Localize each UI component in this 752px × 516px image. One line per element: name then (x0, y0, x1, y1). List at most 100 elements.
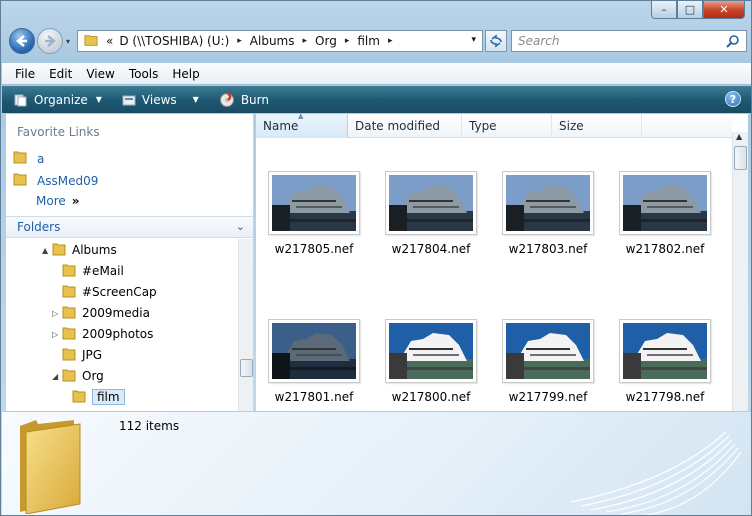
help-button[interactable]: ? (725, 91, 741, 107)
folder-icon (62, 346, 76, 365)
double-chevron-icon: » (71, 194, 80, 208)
details-pane: 112 items (2, 411, 751, 515)
breadcrumb: D (\\TOSHIBA) (U:) ▸ Albums ▸ Org ▸ film ▸ (119, 34, 400, 48)
tree-expander-icon[interactable]: ◢ (52, 372, 62, 381)
file-list-scrollbar[interactable]: ▲ (732, 132, 748, 411)
file-name: w217798.nef (625, 390, 705, 404)
folder-icon (84, 33, 98, 50)
caption-buttons: – □ ✕ (651, 1, 745, 19)
file-name: w217805.nef (274, 242, 354, 256)
tree-item[interactable]: film (62, 387, 125, 407)
column-header-type[interactable]: Type (462, 114, 552, 138)
search-box[interactable]: Search (511, 30, 747, 52)
navigation-bar: ▾ « D (\\TOSHIBA) (U:) ▸ Albums ▸ Org ▸ film ▸ … (7, 27, 747, 57)
recent-pages-dropdown[interactable]: ▾ (66, 37, 70, 46)
organize-button[interactable]: Organize ▼ (14, 93, 102, 107)
file-name: w217801.nef (274, 390, 354, 404)
tree-item[interactable]: ▲ Albums (42, 240, 117, 260)
views-button[interactable]: Views ▼ (122, 93, 199, 107)
maximize-button[interactable]: □ (677, 1, 703, 19)
column-header-date[interactable]: Date modified (348, 114, 462, 138)
tree-item-label: film (92, 389, 125, 405)
file-thumbnail (619, 171, 711, 235)
tree-expander-icon[interactable]: ▲ (42, 246, 52, 255)
file-name: w217803.nef (508, 242, 588, 256)
decorative-swoosh (570, 431, 742, 515)
folder-tree-scrollbar[interactable] (238, 239, 253, 411)
favorite-link-label: a (37, 151, 45, 166)
file-thumbnail (502, 319, 594, 383)
folder-icon (62, 325, 76, 344)
address-bar[interactable]: « D (\\TOSHIBA) (U:) ▸ Albums ▸ Org ▸ film ▸ ▾ (77, 30, 483, 52)
folder-icon (13, 149, 27, 168)
tree-item-label: 2009media (82, 306, 150, 320)
breadcrumb-item[interactable]: film (357, 34, 380, 48)
breadcrumb-separator-icon[interactable]: ▸ (303, 36, 308, 46)
back-arrow-icon (16, 35, 27, 47)
breadcrumb-separator-icon[interactable]: ▸ (345, 36, 350, 46)
breadcrumb-item[interactable]: D (\\TOSHIBA) (U:) (119, 34, 229, 48)
menu-view[interactable]: View (79, 67, 121, 81)
breadcrumb-separator-icon[interactable]: ▸ (237, 36, 242, 46)
tree-item[interactable]: ▷ 2009media (52, 303, 150, 323)
tree-item-label: JPG (82, 348, 103, 362)
close-button[interactable]: ✕ (703, 1, 745, 19)
menu-tools[interactable]: Tools (122, 67, 166, 81)
folder-icon (62, 262, 76, 281)
breadcrumb-item[interactable]: Org (315, 34, 337, 48)
address-dropdown[interactable]: ▾ (471, 35, 476, 45)
scrollbar-thumb[interactable] (240, 359, 253, 377)
chevron-down-icon: ▼ (95, 95, 102, 104)
favorite-link-label: AssMed09 (37, 173, 99, 188)
folder-icon (13, 171, 27, 190)
search-icon[interactable] (726, 34, 740, 51)
file-thumbnail (619, 319, 711, 383)
chevron-down-icon: ▼ (192, 95, 199, 104)
burn-disc-icon (219, 91, 234, 107)
refresh-button[interactable] (485, 30, 507, 52)
forward-button[interactable] (37, 28, 63, 54)
minimize-button[interactable]: – (651, 1, 677, 19)
address-overflow[interactable]: « (106, 34, 113, 48)
tree-item-label: Org (82, 369, 104, 383)
menu-help[interactable]: Help (165, 67, 206, 81)
tree-item[interactable]: ◢ Org (52, 366, 104, 386)
tree-item[interactable]: ▷ 2009photos (52, 324, 153, 344)
more-links-button[interactable]: More » (36, 194, 80, 208)
file-name: w217802.nef (625, 242, 705, 256)
column-header-size[interactable]: Size (552, 114, 642, 138)
refresh-icon (490, 34, 502, 48)
favorite-link-assmed09[interactable]: AssMed09 (13, 171, 98, 190)
views-icon (122, 95, 136, 105)
menu-file[interactable]: File (2, 67, 42, 81)
large-folder-icon (20, 420, 81, 514)
item-count: 112 items (119, 419, 180, 433)
breadcrumb-item[interactable]: Albums (250, 34, 295, 48)
scrollbar-thumb[interactable] (734, 146, 747, 170)
burn-label: Burn (240, 92, 269, 107)
scroll-up-icon[interactable]: ▲ (736, 132, 742, 141)
chevron-down-icon: ⌄ (235, 220, 245, 233)
burn-button[interactable]: Burn (219, 91, 269, 108)
file-name: w217800.nef (391, 390, 471, 404)
file-thumbnail (385, 319, 477, 383)
tree-expander-icon[interactable]: ▷ (52, 330, 62, 339)
tree-item[interactable]: #ScreenCap (52, 282, 157, 302)
breadcrumb-separator-icon[interactable]: ▸ (388, 36, 393, 46)
favorite-link-a[interactable]: a (13, 149, 44, 168)
folders-header[interactable]: Folders ⌄ (6, 216, 253, 238)
tree-item[interactable]: #eMail (52, 261, 124, 281)
back-button[interactable] (9, 28, 35, 54)
column-headers: Name Date modified Type Size (256, 114, 732, 138)
menu-bar: File Edit View Tools Help (2, 63, 751, 85)
tree-item[interactable]: JPG (52, 345, 102, 365)
folders-title: Folders (17, 220, 61, 234)
more-label: More (36, 194, 66, 208)
file-thumbnail (385, 171, 477, 235)
tree-expander-icon[interactable]: ▷ (52, 309, 62, 318)
tree-item-label: Albums (72, 243, 117, 257)
folder-icon (62, 304, 76, 323)
tree-item-label: 2009photos (82, 327, 154, 341)
menu-edit[interactable]: Edit (42, 67, 79, 81)
file-thumbnail (268, 171, 360, 235)
